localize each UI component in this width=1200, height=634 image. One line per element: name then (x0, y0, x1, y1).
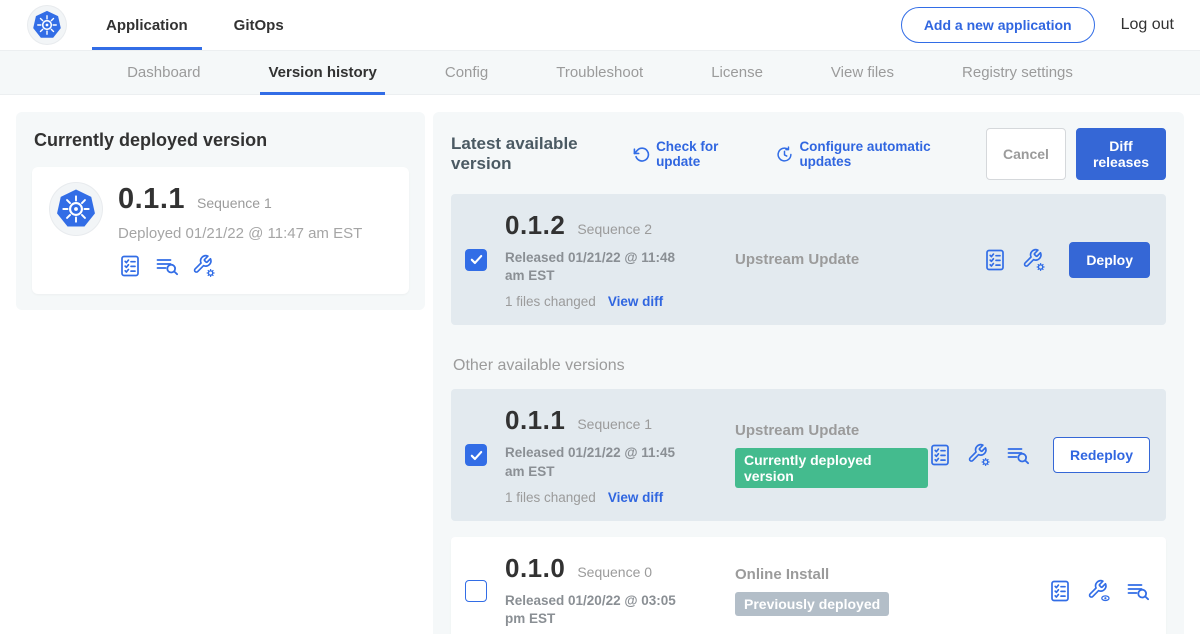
tab-gitops-label: GitOps (234, 17, 284, 34)
version-number: 0.1.0 (505, 553, 565, 584)
release-notes-icon[interactable] (983, 248, 1007, 272)
version-row: 0.1.1 Sequence 1 Released 01/21/22 @ 11:… (451, 389, 1166, 520)
version-row: 0.1.2 Sequence 2 Released 01/21/22 @ 11:… (451, 194, 1166, 325)
subnav-view-files[interactable]: View files (797, 51, 928, 94)
released-timestamp: Released 01/21/22 @ 11:45 am EST (505, 444, 697, 480)
app-subnav: Dashboard Version history Config Trouble… (0, 50, 1200, 95)
edit-config-icon[interactable] (192, 254, 216, 278)
view-config-icon[interactable] (1087, 579, 1111, 603)
deployed-version-card: 0.1.1 Sequence 1 Deployed 01/21/22 @ 11:… (32, 167, 409, 294)
subnav-troubleshoot[interactable]: Troubleshoot (522, 51, 677, 94)
deploy-button[interactable]: Deploy (1069, 242, 1150, 278)
version-checkbox[interactable] (465, 580, 487, 602)
version-number: 0.1.1 (505, 405, 565, 436)
release-notes-icon[interactable] (1048, 579, 1072, 603)
deployed-version-number: 0.1.1 (118, 183, 185, 216)
add-application-button[interactable]: Add a new application (901, 7, 1095, 43)
sequence-label: Sequence 1 (577, 416, 652, 432)
view-files-diff-icon[interactable] (155, 254, 179, 278)
sequence-label: Sequence 2 (577, 221, 652, 237)
subnav-license[interactable]: License (677, 51, 797, 94)
redeploy-button[interactable]: Redeploy (1053, 437, 1150, 473)
released-timestamp: Released 01/21/22 @ 11:48 am EST (505, 249, 697, 285)
configure-automatic-updates-label: Configure automatic updates (799, 139, 958, 169)
version-source-label: Online Install (735, 566, 1048, 583)
subnav-version-history[interactable]: Version history (234, 51, 410, 94)
logout-link[interactable]: Log out (1121, 16, 1174, 34)
view-files-diff-icon[interactable] (1126, 579, 1150, 603)
app-icon-circle (50, 183, 102, 235)
clock-refresh-icon (776, 146, 793, 163)
release-notes-icon[interactable] (118, 254, 142, 278)
subnav-config[interactable]: Config (411, 51, 522, 94)
edit-config-icon[interactable] (1022, 248, 1046, 272)
previously-deployed-badge: Previously deployed (735, 592, 889, 616)
kubernetes-icon (54, 187, 98, 231)
currently-deployed-panel: Currently deployed version 0.1.1 Sequenc… (16, 112, 425, 310)
version-checkbox[interactable] (465, 249, 487, 271)
version-source-label: Upstream Update (735, 251, 983, 268)
view-diff-link[interactable]: View diff (608, 490, 663, 505)
release-notes-icon[interactable] (928, 443, 952, 467)
kubernetes-logo (28, 6, 66, 44)
deployed-timestamp: Deployed 01/21/22 @ 11:47 am EST (118, 225, 362, 242)
view-files-diff-icon[interactable] (1006, 443, 1030, 467)
other-versions-heading: Other available versions (453, 357, 1166, 375)
check-icon (469, 252, 484, 267)
version-history-panel: Latest available version Check for updat… (433, 112, 1184, 634)
view-diff-link[interactable]: View diff (608, 294, 663, 309)
refresh-icon (633, 146, 650, 163)
latest-available-heading: Latest available version (451, 134, 617, 174)
deployed-sequence-label: Sequence 1 (197, 195, 272, 211)
configure-automatic-updates-link[interactable]: Configure automatic updates (776, 139, 958, 169)
version-checkbox[interactable] (465, 444, 487, 466)
top-navbar: Application GitOps Add a new application… (0, 0, 1200, 50)
diff-releases-button[interactable]: Diff releases (1076, 128, 1166, 180)
subnav-registry-settings[interactable]: Registry settings (928, 51, 1107, 94)
files-changed-label: 1 files changed (505, 294, 596, 309)
released-timestamp: Released 01/20/22 @ 03:05 pm EST (505, 592, 697, 628)
kubernetes-icon (31, 9, 63, 41)
subnav-dashboard[interactable]: Dashboard (93, 51, 234, 94)
check-for-update-link[interactable]: Check for update (633, 139, 748, 169)
version-source-label: Upstream Update (735, 422, 928, 439)
tab-gitops[interactable]: GitOps (228, 0, 290, 50)
tab-application-label: Application (106, 17, 188, 34)
cancel-button[interactable]: Cancel (986, 128, 1066, 180)
sequence-label: Sequence 0 (577, 564, 652, 580)
edit-config-icon[interactable] (967, 443, 991, 467)
version-row: 0.1.0 Sequence 0 Released 01/20/22 @ 03:… (451, 537, 1166, 634)
currently-deployed-heading: Currently deployed version (34, 130, 409, 151)
check-icon (469, 448, 484, 463)
check-for-update-label: Check for update (656, 139, 748, 169)
files-changed-label: 1 files changed (505, 490, 596, 505)
currently-deployed-badge: Currently deployed version (735, 448, 928, 488)
version-number: 0.1.2 (505, 210, 565, 241)
tab-application[interactable]: Application (100, 0, 194, 50)
